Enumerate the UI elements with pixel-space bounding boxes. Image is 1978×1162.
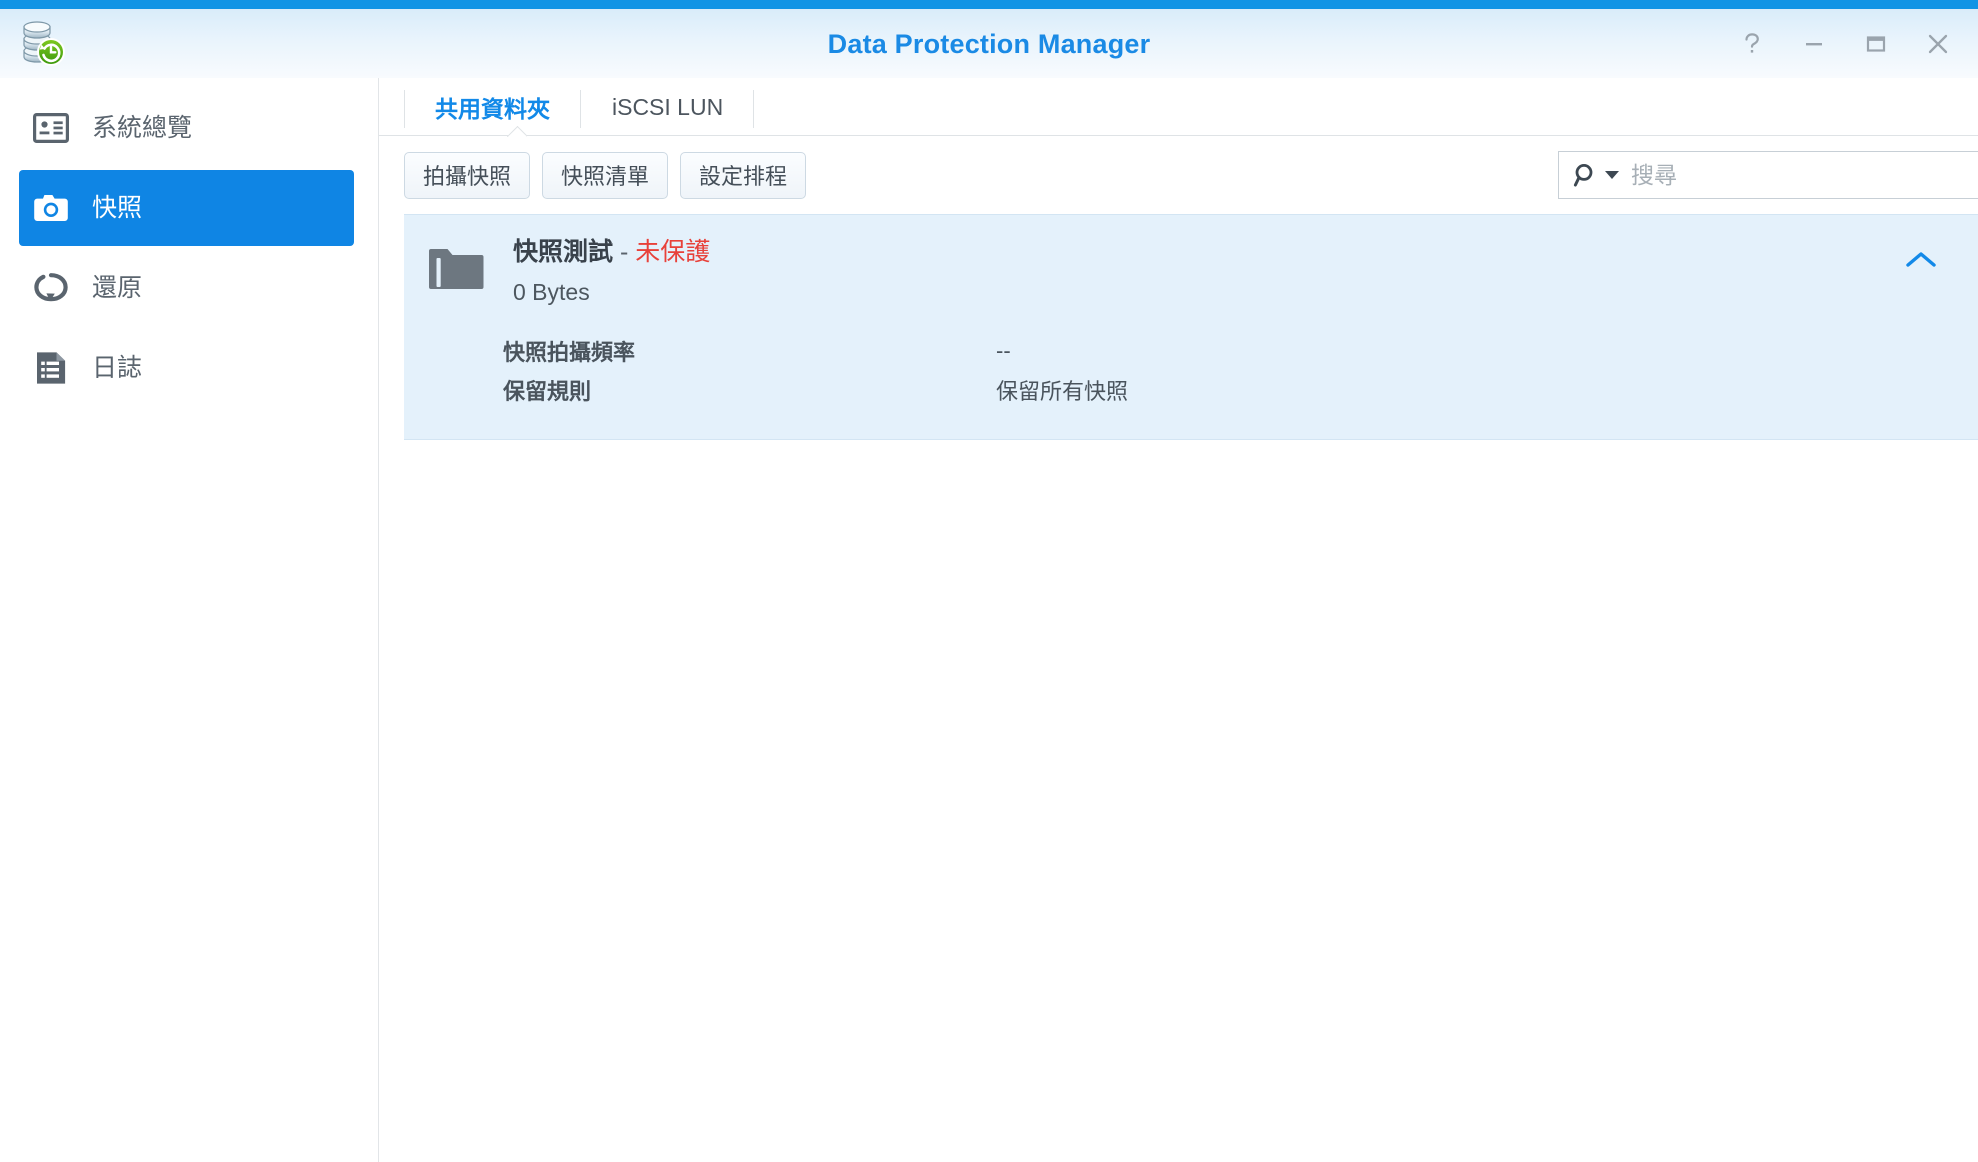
sidebar-item-label: 日誌 [92,353,143,382]
camera-icon [31,188,71,228]
minimize-button[interactable] [1790,20,1838,68]
card-header: 快照測試 - 未保護 0 Bytes [404,237,1978,306]
tab-shared-folder[interactable]: 共用資料夾 [404,78,581,136]
system-overview-icon [31,108,71,148]
search-box[interactable] [1558,151,1978,199]
detail-value: 保留所有快照 [996,378,1129,404]
take-snapshot-button[interactable]: 拍攝快照 [404,151,531,199]
sidebar: 系統總覽 快照 還原 日誌 [0,78,379,1162]
snapshot-list-button[interactable]: 快照清單 [542,151,669,199]
maximize-button[interactable] [1852,20,1900,68]
window-controls [1728,9,1962,78]
detail-label: 快照拍攝頻率 [503,339,636,365]
sidebar-item-label: 快照 [92,193,143,222]
set-schedule-button[interactable]: 設定排程 [680,151,807,199]
detail-label: 保留規則 [503,378,592,404]
toolbar: 拍攝快照 快照清單 設定排程 [379,136,1978,214]
tab-bar: 共用資料夾 iSCSI LUN [379,78,1978,136]
folder-icon [427,241,484,300]
close-button[interactable] [1914,20,1962,68]
log-document-icon [31,348,71,388]
window-titlebar[interactable]: Data Protection Manager [0,9,1978,78]
detail-row: 快照拍攝頻率 -- [404,331,1978,370]
card-title-line: 快照測試 - 未保護 [513,237,710,268]
shared-folder-card[interactable]: 快照測試 - 未保護 0 Bytes 快照拍攝頻率 -- 保留規則 保留所有快照 [404,214,1978,441]
tab-label: iSCSI LUN [612,93,724,120]
sidebar-item-label: 還原 [92,273,143,302]
search-input[interactable] [1631,161,1978,189]
detail-value: -- [996,337,1011,363]
sidebar-item-snapshot[interactable]: 快照 [19,170,354,246]
window-title: Data Protection Manager [827,29,1151,59]
window-accent-bar [0,0,1978,9]
dsm-window: Data Protection Manager 系統總覽 快照 還原 日誌 共用… [0,0,1978,1162]
card-title-block: 快照測試 - 未保護 0 Bytes [513,237,710,306]
card-details: 快照拍攝頻率 -- 保留規則 保留所有快照 [404,331,1978,409]
tab-iscsi-lun[interactable]: iSCSI LUN [581,78,755,136]
restore-icon [31,268,71,308]
content-area: 快照測試 - 未保護 0 Bytes 快照拍攝頻率 -- 保留規則 保留所有快照 [379,214,1978,1162]
help-button[interactable] [1728,20,1776,68]
shared-folder-size: 0 Bytes [513,279,590,306]
title-separator: - [619,238,629,266]
chevron-up-icon[interactable] [1901,240,1941,280]
caret-down-icon[interactable] [1605,171,1619,179]
detail-row: 保留規則 保留所有快照 [404,370,1978,409]
status-badge: 未保護 [635,238,711,266]
sidebar-item-system-overview[interactable]: 系統總覽 [19,90,354,166]
search-icon[interactable] [1573,162,1599,188]
tab-label: 共用資料夾 [435,96,550,122]
sidebar-item-restore[interactable]: 還原 [19,250,354,326]
sidebar-item-log[interactable]: 日誌 [19,330,354,406]
sidebar-item-label: 系統總覽 [92,113,193,142]
shared-folder-name: 快照測試 [513,238,614,266]
window-body: 系統總覽 快照 還原 日誌 共用資料夾 iSCSI LUN 拍攝快照 快照清單 … [0,78,1978,1162]
main-panel: 共用資料夾 iSCSI LUN 拍攝快照 快照清單 設定排程 搜尋 快照測試 -… [379,78,1978,1162]
